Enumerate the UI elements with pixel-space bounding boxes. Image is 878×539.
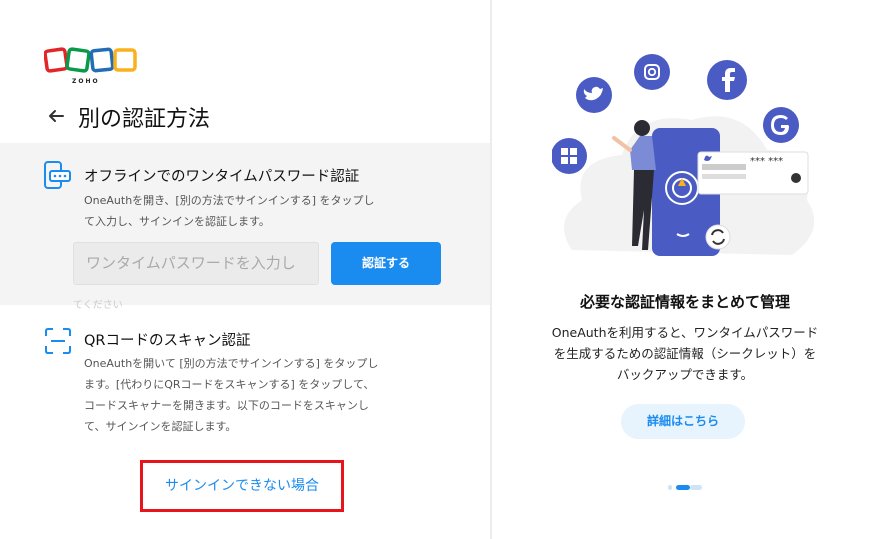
authenticator-illustration: *** *** bbox=[552, 54, 815, 256]
qr-scan-icon bbox=[45, 328, 71, 354]
offline-otp-title: オフラインでのワンタイムパスワード認証 bbox=[84, 169, 360, 185]
promo-description: OneAuthを利用すると、ワンタイムパスワード を生成するための認証情報（シー… bbox=[522, 322, 848, 385]
instagram-icon bbox=[634, 54, 670, 90]
learn-more-button[interactable]: 詳細はこちら bbox=[621, 404, 745, 439]
back-arrow-icon[interactable] bbox=[46, 106, 66, 126]
google-icon bbox=[763, 107, 799, 143]
carousel-dot-active[interactable] bbox=[676, 485, 690, 490]
qr-scan-desc-line: OneAuthを開いて [別の方法でサインインする] をタップし bbox=[84, 357, 379, 370]
facebook-icon bbox=[707, 60, 747, 100]
page-title: 別の認証方法 bbox=[78, 107, 211, 132]
qr-scan-description: OneAuthを開いて [別の方法でサインインする] をタップし ます。[代わり… bbox=[84, 353, 378, 437]
overflow-hint-text: てください bbox=[73, 300, 123, 311]
windows-icon bbox=[552, 138, 587, 174]
qr-scan-desc-line: コードスキャナーを開きます。以下のコードをスキャンし bbox=[84, 399, 369, 412]
verify-button[interactable]: 認証する bbox=[331, 242, 441, 285]
right-panel: *** *** 必要な認証情報をまとめて管理 OneAuthを利用すると、ワンタ… bbox=[492, 0, 878, 539]
twitter-icon bbox=[576, 77, 612, 113]
cant-sign-in-link[interactable]: サインインできない場合 bbox=[140, 460, 344, 512]
offline-otp-description: OneAuthを開き、[別の方法でサインインする] をタップし て入力し、サイン… bbox=[84, 190, 375, 232]
logo-wordmark: ZOHO bbox=[72, 78, 100, 85]
qr-scan-title: QRコードのスキャン認証 bbox=[84, 333, 251, 349]
offline-otp-desc-line: OneAuthを開き、[別の方法でサインインする] をタップし bbox=[84, 194, 375, 207]
qr-scan-desc-line: て、サインインを認証します。 bbox=[84, 420, 237, 433]
carousel-dot[interactable] bbox=[668, 485, 672, 490]
carousel-dot[interactable] bbox=[690, 485, 702, 490]
promo-title: 必要な認証情報をまとめて管理 bbox=[579, 293, 790, 311]
qr-scan-desc-line: ます。[代わりにQRコードをスキャンする] をタップして、 bbox=[84, 378, 375, 391]
left-panel: ZOHO 別の認証方法 オフラインでのワンタイムパスワード認証 OneAuthを… bbox=[0, 0, 490, 539]
promo-desc-line: バックアップできます。 bbox=[616, 367, 754, 382]
promo-desc-line: を生成するための認証情報（シークレット）を bbox=[553, 346, 817, 361]
offline-otp-desc-line: て入力し、サインインを認証します。 bbox=[84, 215, 270, 228]
otp-input[interactable]: ワンタイムパスワードを入力し bbox=[73, 242, 319, 285]
promo-desc-line: OneAuthを利用すると、ワンタイムパスワード bbox=[551, 325, 819, 340]
offline-otp-icon bbox=[44, 161, 71, 189]
card-masked-code: *** *** bbox=[750, 156, 783, 167]
